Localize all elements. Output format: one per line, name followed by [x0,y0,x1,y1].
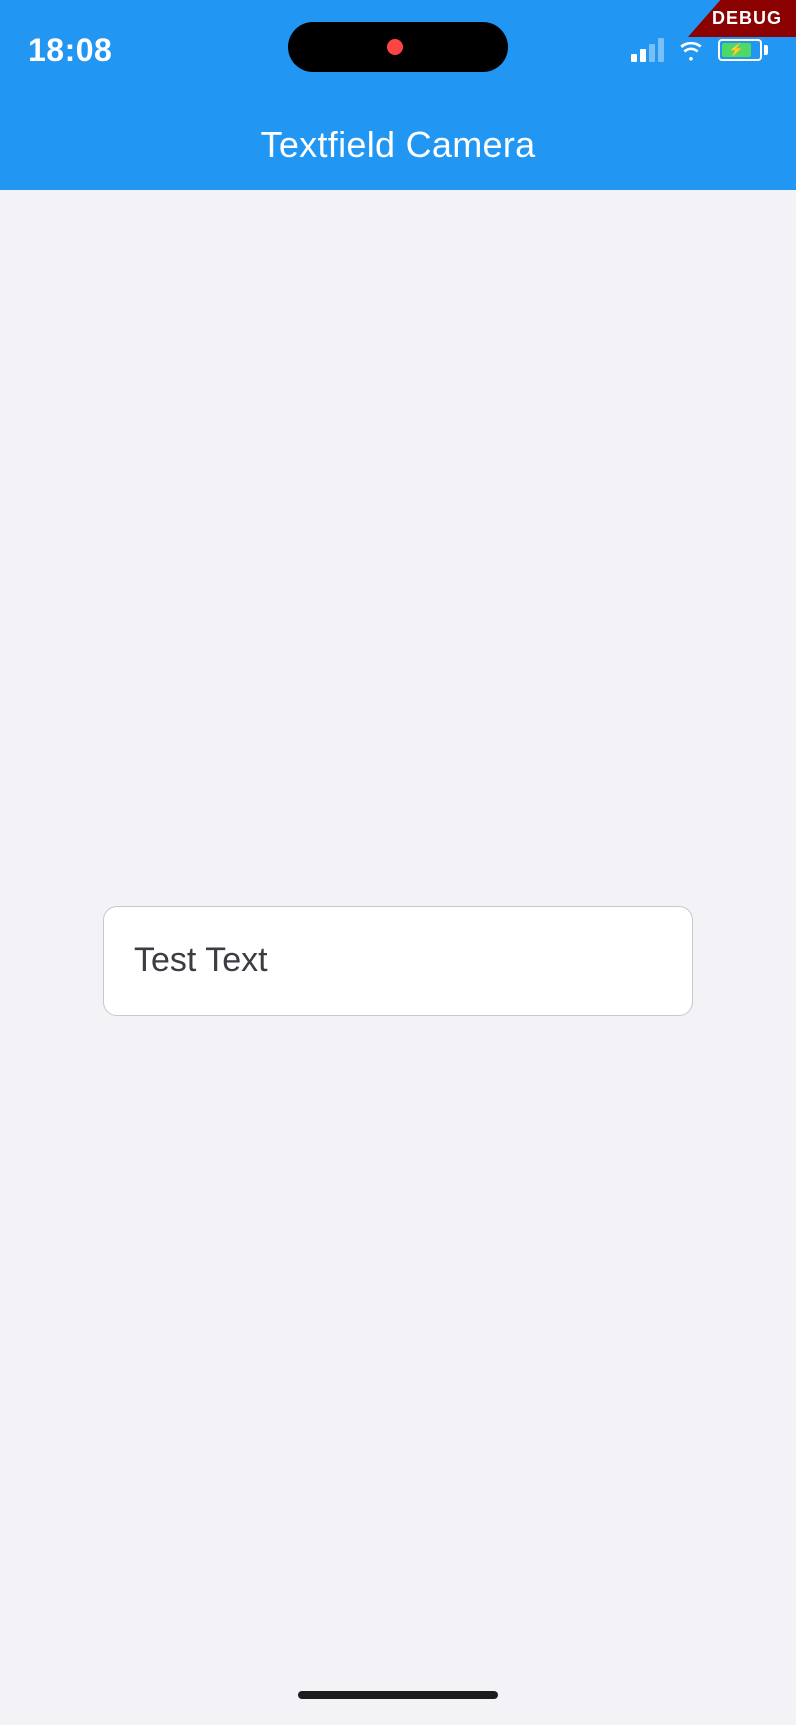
battery-tip [764,45,768,55]
home-indicator [0,1665,796,1725]
signal-bars-icon [631,38,664,62]
wifi-icon [676,38,706,62]
battery-icon: ⚡ [718,39,768,61]
battery-body: ⚡ [718,39,762,61]
main-content [0,190,796,1665]
signal-bar-3 [649,44,655,62]
battery-fill: ⚡ [722,43,751,57]
signal-bar-4 [658,38,664,62]
dynamic-island [288,22,508,72]
status-icons: ⚡ [631,38,768,62]
app-bar: Textfield Camera [0,100,796,190]
signal-bar-1 [631,54,637,62]
app-title: Textfield Camera [261,124,536,166]
status-bar: 18:08 ⚡ DEBUG [0,0,796,100]
status-time: 18:08 [28,32,112,69]
recording-dot [387,39,403,55]
home-bar [298,1691,498,1699]
signal-bar-2 [640,49,646,62]
text-input[interactable] [103,906,693,1016]
debug-badge: DEBUG [688,0,796,37]
battery-bolt-icon: ⚡ [728,42,744,58]
text-field-container [103,906,693,1016]
